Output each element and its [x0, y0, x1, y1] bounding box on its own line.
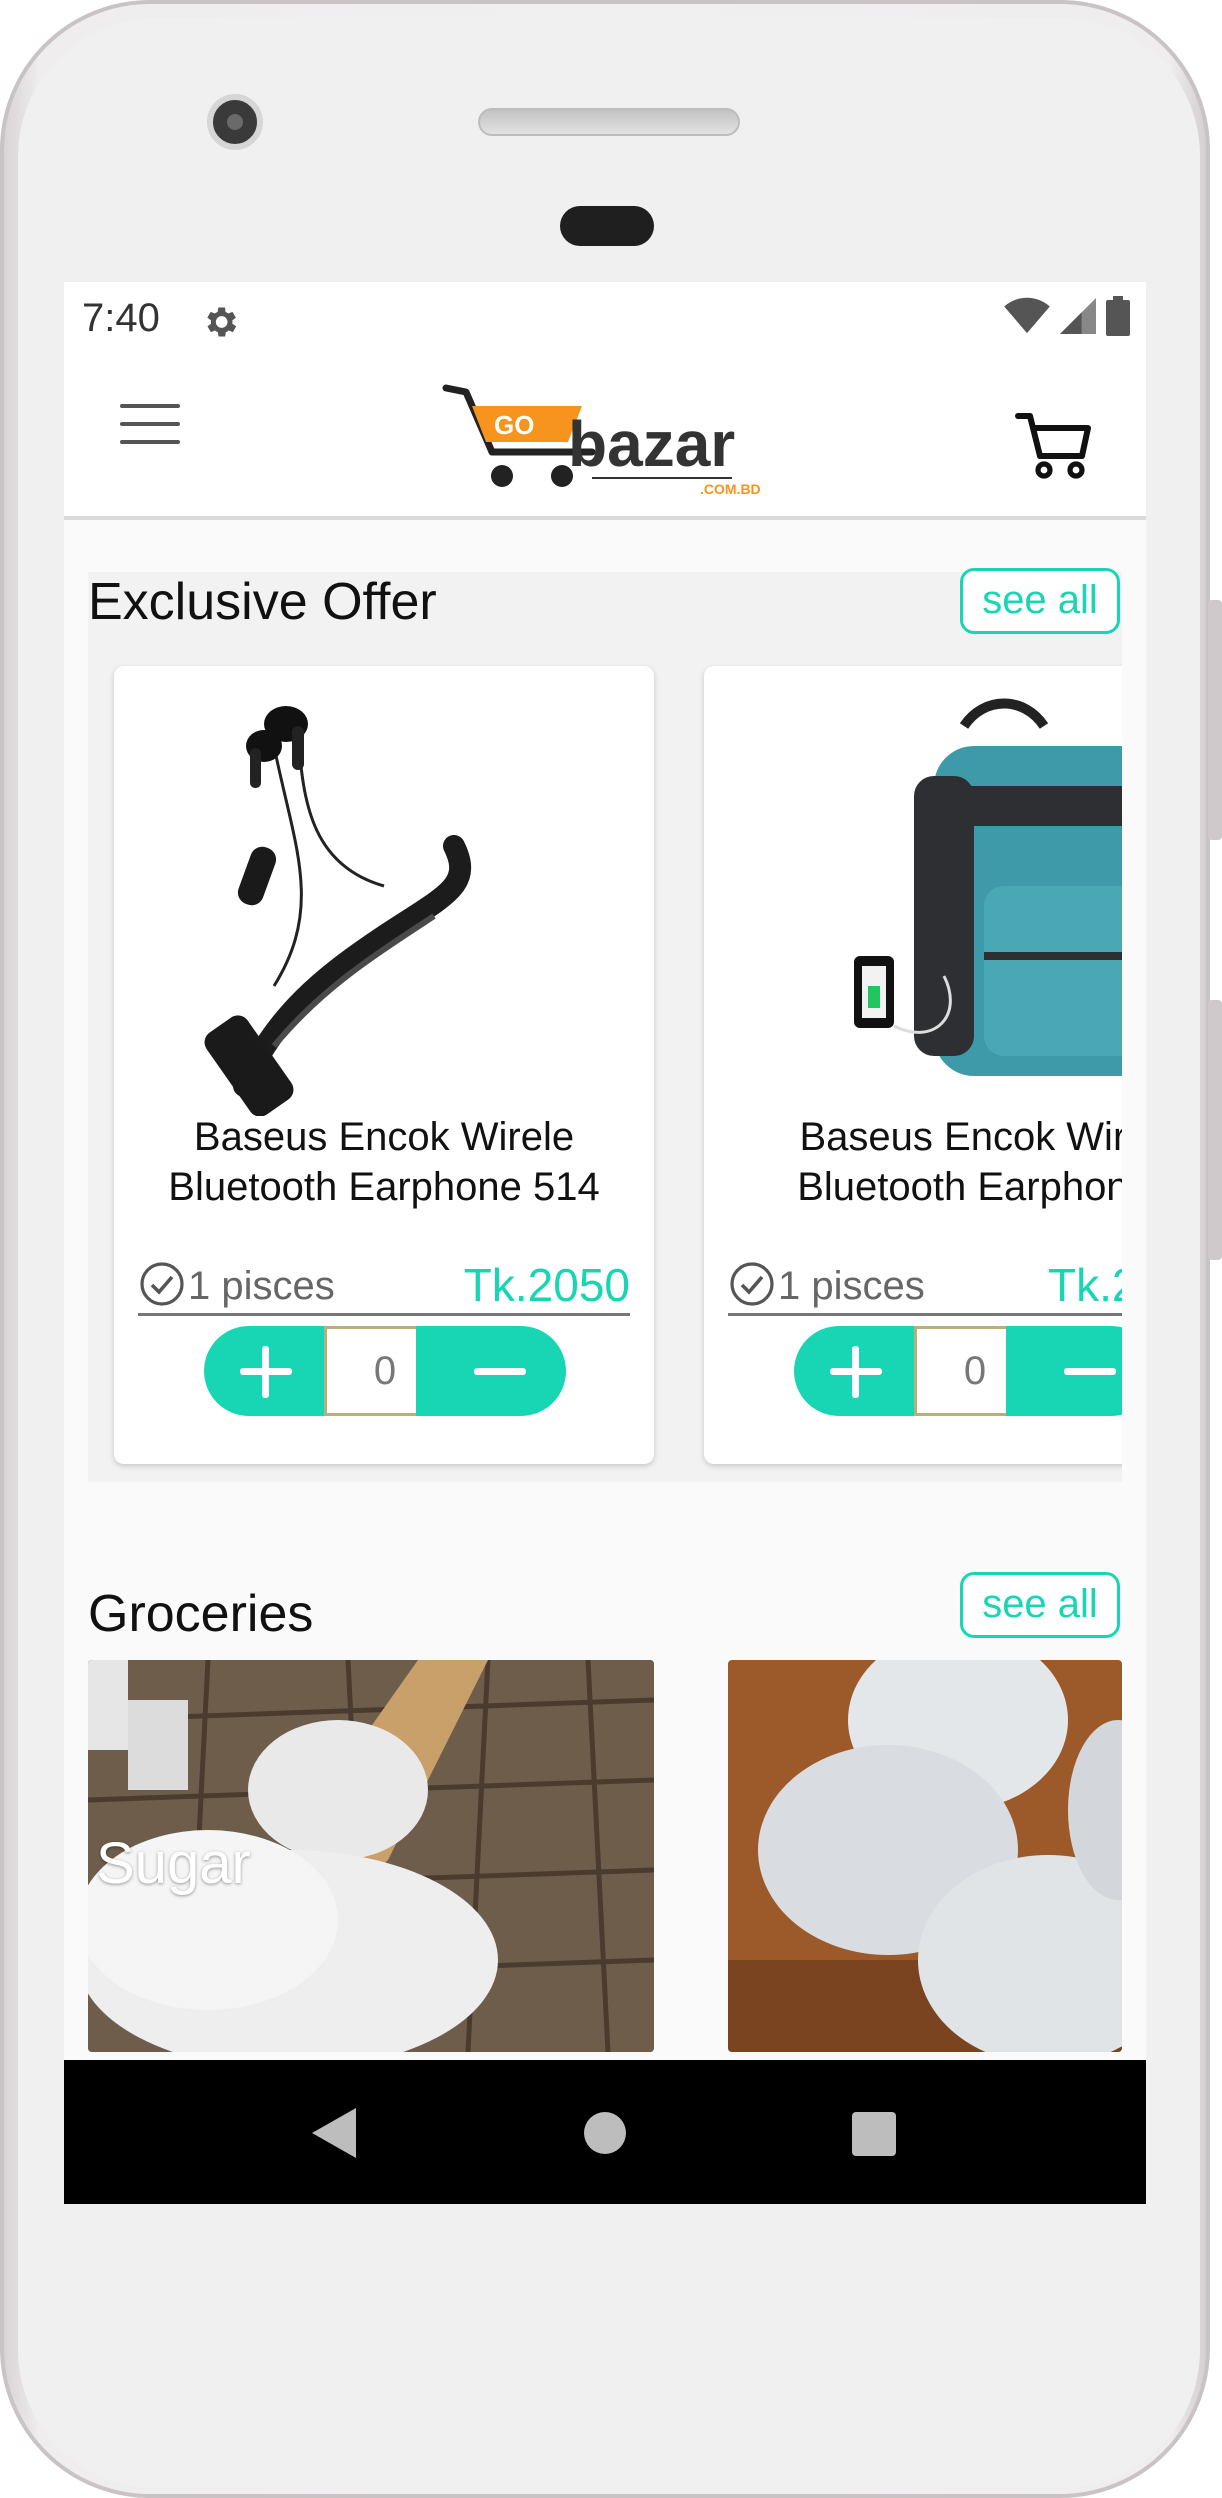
product-card[interactable]: Baseus Encok Wire Bluetooth Earphone 1 p…	[704, 666, 1122, 1464]
product-price: Tk.2	[1048, 1259, 1122, 1311]
app-bar: GO bazar .COM.BD	[64, 358, 1146, 520]
cart-icon[interactable]	[1014, 408, 1094, 484]
decrease-quantity-button[interactable]	[416, 1326, 566, 1416]
screen: 7:40 GO bazar .COM.BD Exclusive Offer se…	[64, 282, 1146, 2204]
decrease-quantity-button[interactable]	[1006, 1326, 1122, 1416]
menu-button[interactable]	[120, 404, 180, 456]
battery-icon	[1106, 296, 1130, 336]
grocery-tile-sugar[interactable]: Sugar	[88, 1660, 654, 2052]
signal-icon	[1060, 298, 1096, 334]
grocery-tile-eggs[interactable]	[728, 1660, 1122, 2052]
quantity-stepper: 0	[794, 1326, 1122, 1416]
product-price: Tk.2050	[463, 1259, 630, 1311]
status-bar: 7:40	[64, 282, 1146, 358]
exclusive-offer-section: Exclusive Offer see all Baseus Encok Wir…	[88, 568, 1122, 1482]
eggs-image	[728, 1660, 1122, 2052]
power-button	[1208, 1000, 1222, 1260]
logo-badge: GO	[494, 410, 534, 440]
wifi-icon	[1004, 297, 1050, 334]
check-circle-icon	[140, 1262, 184, 1306]
product-card[interactable]: Baseus Encok Wirele Bluetooth Earphone 5…	[114, 666, 654, 1464]
stock-text: 1 pisces	[188, 1264, 335, 1308]
front-camera	[207, 94, 263, 150]
minus-icon	[474, 1368, 526, 1375]
status-icons	[1004, 296, 1130, 336]
quantity-stepper: 0	[204, 1326, 566, 1416]
recent-apps-icon[interactable]	[852, 2112, 896, 2156]
status-time: 7:40	[82, 296, 160, 340]
exclusive-offer-see-all-button[interactable]: see all	[960, 568, 1120, 634]
gobazar-logo[interactable]: GO bazar .COM.BD	[442, 378, 802, 508]
neckband-earphone-image	[204, 706, 472, 1116]
groceries-title: Groceries	[88, 1585, 314, 1643]
volume-button	[1208, 600, 1222, 840]
logo-text: bazar	[568, 408, 735, 480]
stock-row: 1 pisces Tk.2	[728, 1256, 1122, 1316]
product-name: Baseus Encok Wire Bluetooth Earphone	[797, 1115, 1122, 1209]
minus-icon	[1064, 1368, 1116, 1375]
groceries-see-all-button[interactable]: see all	[960, 1572, 1120, 1638]
back-icon[interactable]	[312, 2108, 356, 2158]
stock-text: 1 pisces	[778, 1264, 925, 1308]
product-name: Baseus Encok Wirele Bluetooth Earphone 5…	[168, 1115, 600, 1209]
home-icon[interactable]	[584, 2112, 626, 2154]
backpack-image	[854, 698, 1122, 1076]
menu-icon	[120, 404, 180, 408]
system-navigation-bar	[64, 2060, 1146, 2204]
proximity-sensor	[560, 206, 654, 246]
exclusive-offer-title: Exclusive Offer	[88, 573, 437, 631]
stock-row: 1 pisces Tk.2050	[138, 1256, 630, 1316]
gear-icon	[207, 307, 237, 337]
logo-domain: .COM.BD	[700, 481, 761, 497]
grocery-label: Sugar	[96, 1831, 251, 1896]
earpiece-speaker	[478, 108, 740, 136]
product-carousel[interactable]: Baseus Encok Wirele Bluetooth Earphone 5…	[88, 652, 1122, 1472]
check-circle-icon	[730, 1262, 774, 1306]
